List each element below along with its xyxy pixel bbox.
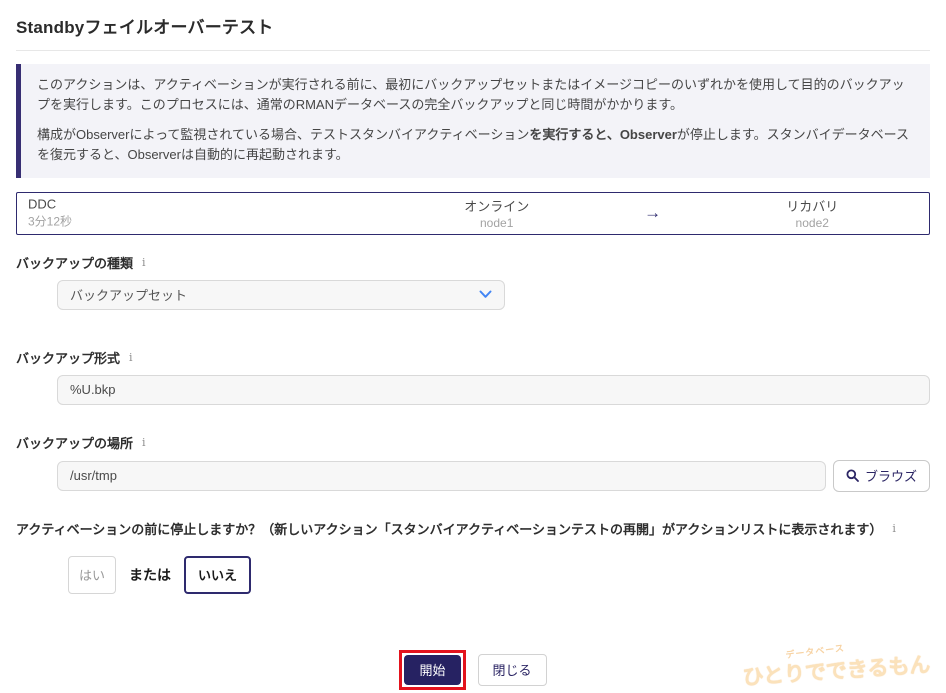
start-button[interactable]: 開始 (404, 655, 460, 685)
info-banner: このアクションは、アクティベーションが実行される前に、最初にバックアップセットま… (16, 64, 930, 178)
pause-toggle-group: はい または いいえ (68, 555, 930, 595)
no-button[interactable]: いいえ (184, 556, 251, 594)
backup-location-input[interactable] (57, 461, 826, 491)
arrow-right-icon: → (644, 203, 661, 223)
close-button[interactable]: 閉じる (478, 654, 547, 686)
target-node: node2 (786, 216, 838, 230)
target-node-block: リカバリ node2 (786, 196, 838, 230)
page-title: Standbyフェイルオーバーテスト (16, 0, 930, 38)
database-duration: 3分12秒 (28, 213, 72, 230)
title-divider (16, 50, 930, 51)
pause-question-label: アクティベーションの前に停止しますか？（新しいアクション「スタンバイアクティベー… (16, 519, 882, 538)
info-paragraph-1: このアクションは、アクティベーションが実行される前に、最初にバックアップセットま… (37, 75, 914, 115)
backup-location-row: ブラウズ (57, 460, 930, 492)
backup-type-value: バックアップセット (70, 285, 479, 304)
backup-location-label: バックアップの場所 (16, 433, 133, 452)
backup-type-label: バックアップの種類 (16, 253, 133, 272)
standby-failover-test-dialog: Standbyフェイルオーバーテスト このアクションは、アクティベーションが実行… (0, 0, 946, 687)
dialog-actions: 開始 閉じる (16, 650, 930, 690)
source-state: オンライン (464, 196, 529, 215)
browse-label: ブラウズ (865, 466, 917, 485)
pause-question-row: アクティベーションの前に停止しますか？（新しいアクション「スタンバイアクティベー… (16, 519, 930, 538)
info-icon[interactable]: i (129, 352, 133, 363)
backup-format-label-row: バックアップ形式 i (16, 348, 930, 367)
backup-type-select[interactable]: バックアップセット (57, 280, 505, 310)
search-icon (846, 469, 859, 482)
database-name: DDC (28, 197, 72, 212)
failover-status-bar: DDC 3分12秒 オンライン node1 → リカバリ node2 (16, 192, 930, 235)
backup-format-label: バックアップ形式 (16, 348, 120, 367)
source-node-block: オンライン node1 (464, 196, 529, 230)
browse-button[interactable]: ブラウズ (833, 460, 930, 492)
or-label: または (129, 565, 171, 585)
annotation-highlight-box: 開始 (399, 650, 465, 690)
chevron-down-icon (479, 290, 492, 299)
info-paragraph-2: 構成がObserverによって監視されている場合、テストスタンバイアクティベーシ… (37, 125, 914, 165)
backup-type-label-row: バックアップの種類 i (16, 253, 930, 272)
source-node: node1 (464, 216, 529, 230)
backup-format-input[interactable] (57, 375, 930, 405)
database-block: DDC 3分12秒 (28, 197, 72, 230)
backup-location-label-row: バックアップの場所 i (16, 433, 930, 452)
info-paragraph-2-bold: を実行すると、Observer (529, 127, 677, 142)
info-icon[interactable]: i (142, 437, 146, 448)
info-paragraph-2-pre: 構成がObserverによって監視されている場合、テストスタンバイアクティベーシ… (37, 127, 529, 142)
info-icon[interactable]: i (142, 257, 146, 268)
target-state: リカバリ (786, 196, 838, 215)
yes-button[interactable]: はい (68, 556, 116, 594)
info-icon[interactable]: i (892, 523, 896, 534)
